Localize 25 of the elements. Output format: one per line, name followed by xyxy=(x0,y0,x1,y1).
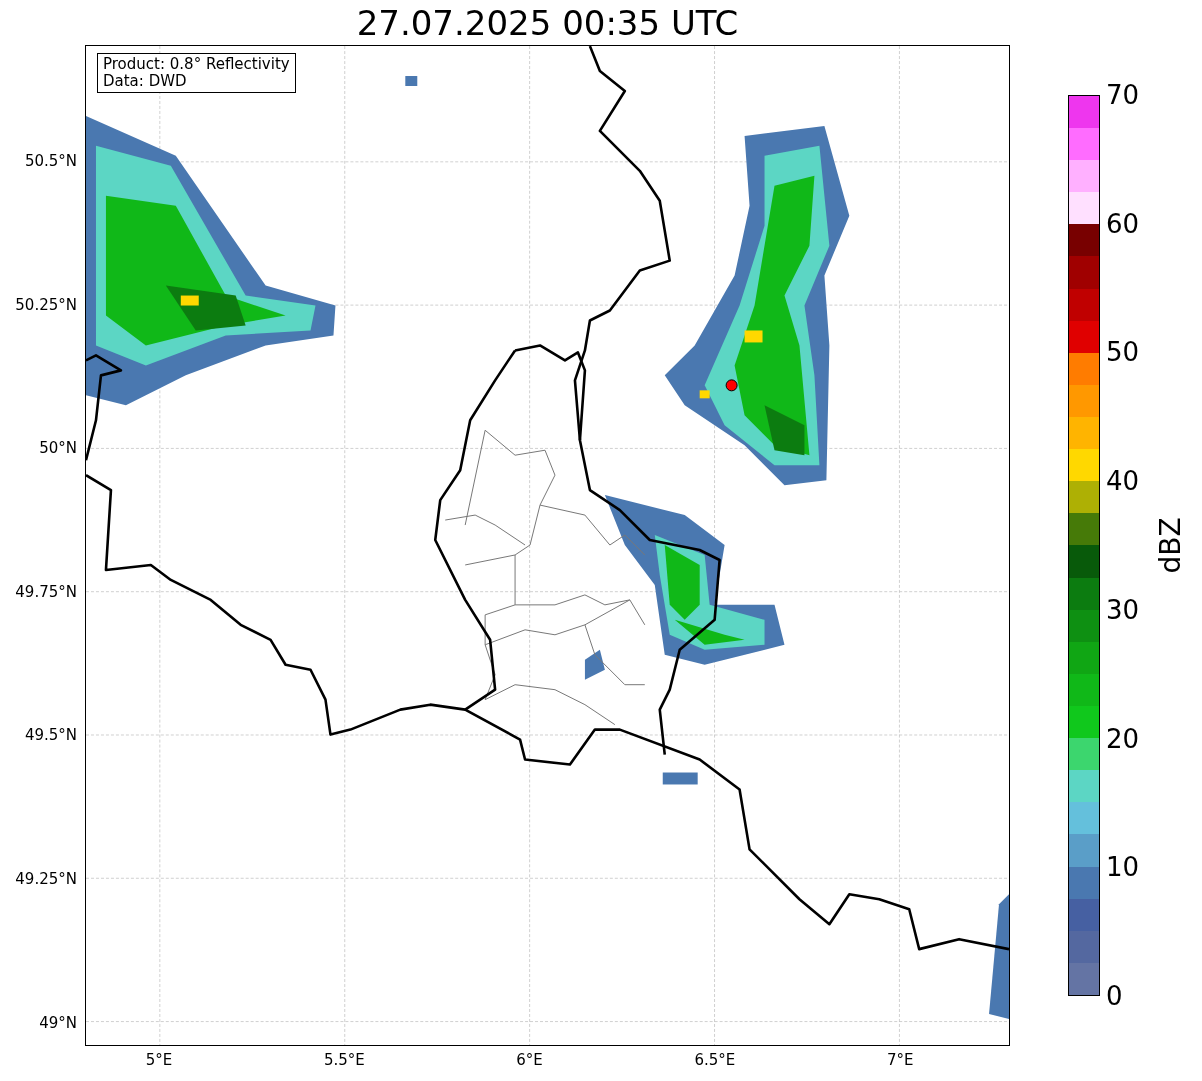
latitude-label: 49°N xyxy=(39,1013,77,1032)
colorbar-tick-label: 20 xyxy=(1106,723,1140,754)
colorbar-tick-label: 0 xyxy=(1106,981,1123,1011)
longitude-label: 5.5°E xyxy=(323,1051,365,1069)
chart-title: 27.07.2025 00:35 UTC xyxy=(356,2,739,43)
latitude-label: 49.75°N xyxy=(15,582,77,601)
latitude-label: 49.25°N xyxy=(15,870,77,888)
radar-site-marker xyxy=(725,379,738,392)
legend-text: Product: 0.8° Reflectivity xyxy=(103,56,290,73)
latitude-label: 50.25°N xyxy=(15,295,77,314)
colorbar-tick-label: 40 xyxy=(1106,466,1140,497)
colorbar-tick-label: 70 xyxy=(1106,80,1140,110)
colorbar-tick-label: 50 xyxy=(1106,337,1140,368)
latitude-label: 50°N xyxy=(39,439,77,458)
colorbar-tick-label: 30 xyxy=(1106,594,1140,625)
legend-text: Data: DWD xyxy=(103,73,188,90)
longitude-label: 6.5°E xyxy=(694,1051,736,1069)
colorbar-tick-label: 60 xyxy=(1106,208,1140,239)
latitude-label: 49.5°N xyxy=(24,726,77,745)
latitude-label: 50.5°N xyxy=(24,152,77,170)
longitude-label: 7°E xyxy=(886,1051,914,1069)
colorbar-tick-label: 10 xyxy=(1106,852,1140,883)
colorbar-label: dBZ xyxy=(1153,517,1187,574)
longitude-label: 6°E xyxy=(516,1051,543,1069)
longitude-label: 5°E xyxy=(145,1051,173,1069)
